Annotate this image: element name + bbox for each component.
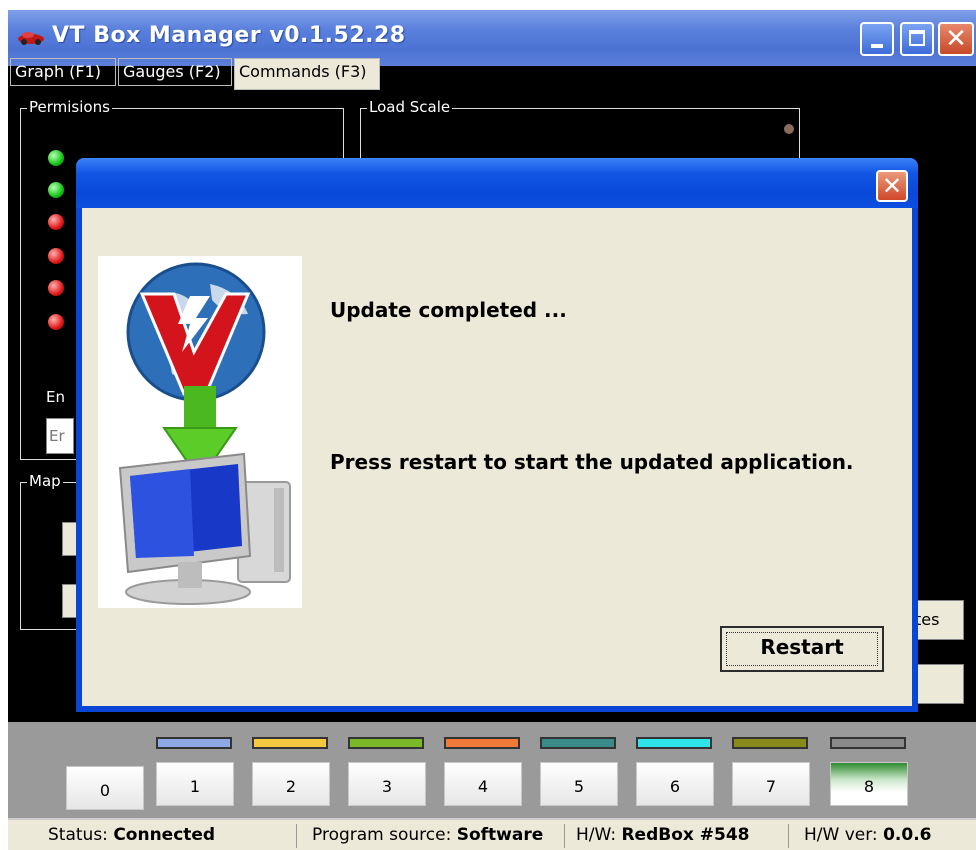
status-led-red bbox=[48, 280, 64, 296]
status-bar: Status: Connected Program source: Softwa… bbox=[8, 818, 976, 850]
enter-input[interactable]: Er bbox=[46, 418, 74, 454]
close-window-button[interactable]: ✕ bbox=[938, 22, 974, 56]
tab-gauges[interactable]: Gauges (F2) bbox=[118, 58, 232, 86]
channel-4-button[interactable]: 4 bbox=[444, 762, 522, 806]
permissions-label: Permisions bbox=[27, 98, 112, 116]
program-source-value: Software bbox=[456, 825, 544, 845]
tab-graph[interactable]: Graph (F1) bbox=[10, 58, 116, 86]
tab-commands[interactable]: Commands (F3) bbox=[234, 58, 380, 90]
hardware-version-value: 0.0.6 bbox=[883, 825, 932, 845]
dialog-title-bar[interactable]: ✕ bbox=[76, 158, 918, 208]
channel-5-button[interactable]: 5 bbox=[540, 762, 618, 806]
channel-8-button[interactable]: 8 bbox=[830, 762, 908, 806]
update-dialog: ✕ Update completed ... Press restart to … bbox=[76, 158, 918, 712]
restart-button[interactable]: Restart bbox=[720, 626, 884, 672]
red-car-app-icon bbox=[18, 32, 44, 45]
channel-6-color-swatch bbox=[636, 737, 712, 749]
restart-button-label: Restart bbox=[760, 635, 844, 659]
minimize-icon bbox=[871, 44, 883, 48]
update-illustration bbox=[98, 256, 302, 608]
maximize-button[interactable] bbox=[900, 22, 934, 56]
hardware-value: RedBox #548 bbox=[621, 825, 750, 845]
minimize-button[interactable] bbox=[860, 22, 894, 56]
map-label: Map bbox=[27, 472, 63, 490]
status-divider bbox=[788, 824, 789, 848]
dialog-close-button[interactable]: ✕ bbox=[876, 170, 908, 202]
channel-8-color-swatch bbox=[830, 737, 906, 749]
status-divider bbox=[564, 824, 565, 848]
status-divider bbox=[296, 824, 297, 848]
channel-7-button[interactable]: 7 bbox=[732, 762, 810, 806]
maximize-icon bbox=[909, 30, 925, 46]
status-field: Status: Connected bbox=[48, 825, 216, 845]
status-led-red bbox=[48, 214, 64, 230]
channel-3-color-swatch bbox=[348, 737, 424, 749]
channel-5-color-swatch bbox=[540, 737, 616, 749]
update-completed-message: Update completed ... bbox=[330, 298, 567, 322]
dialog-body: Update completed ... Press restart to st… bbox=[82, 208, 912, 706]
status-led-red bbox=[48, 248, 64, 264]
load-scale-groupbox: Load Scale bbox=[360, 98, 800, 158]
close-icon: ✕ bbox=[881, 172, 903, 200]
channel-7-color-swatch bbox=[732, 737, 808, 749]
channel-0-button[interactable]: 0 bbox=[66, 766, 144, 810]
restart-instruction-message: Press restart to start the updated appli… bbox=[330, 450, 854, 474]
load-scale-label: Load Scale bbox=[367, 98, 453, 116]
program-source-field: Program source: Software bbox=[312, 825, 544, 845]
channel-2-color-swatch bbox=[252, 737, 328, 749]
window-title: VT Box Manager v0.1.52.28 bbox=[52, 23, 406, 48]
vt-logo-globe-icon bbox=[126, 262, 266, 402]
hardware-version-field: H/W ver: 0.0.6 bbox=[804, 825, 932, 845]
status-led-red bbox=[48, 314, 64, 330]
load-scale-indicator-icon bbox=[784, 124, 794, 134]
hardware-field: H/W: RedBox #548 bbox=[576, 825, 750, 845]
channel-1-color-swatch bbox=[156, 737, 232, 749]
channel-6-button[interactable]: 6 bbox=[636, 762, 714, 806]
channel-3-button[interactable]: 3 bbox=[348, 762, 426, 806]
enter-label: En bbox=[46, 388, 65, 406]
channel-1-button[interactable]: 1 bbox=[156, 762, 234, 806]
status-led-green bbox=[48, 182, 64, 198]
close-icon: ✕ bbox=[945, 24, 967, 54]
channel-4-color-swatch bbox=[444, 737, 520, 749]
status-value: Connected bbox=[113, 825, 216, 845]
status-led-green bbox=[48, 150, 64, 166]
channel-2-button[interactable]: 2 bbox=[252, 762, 330, 806]
